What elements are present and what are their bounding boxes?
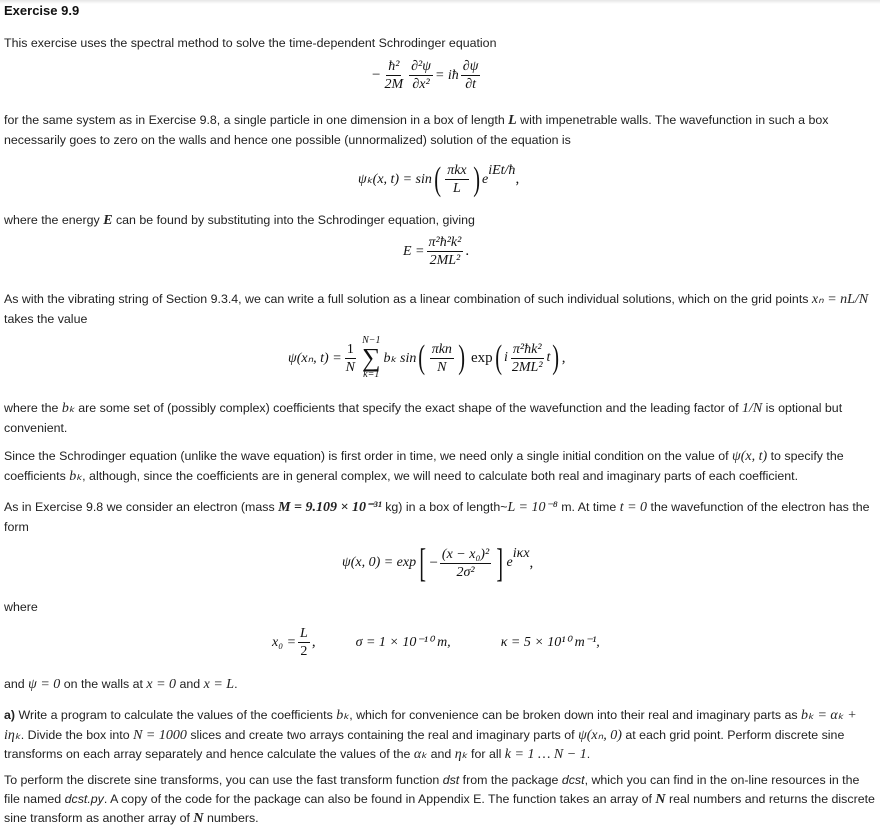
file-name: dcst.py (64, 791, 104, 806)
system-paragraph: for the same system as in Exercise 9.8, … (4, 113, 829, 147)
dst-paragraph: To perform the discrete sine transforms,… (4, 773, 875, 826)
series-equation: ψ(xₙ, t) = 1N N−1 ∑ k=1 bₖ sin ( πkn N ) ex… (288, 335, 566, 380)
parameters-equation: x₀ = L2 , σ = 1 × 10⁻¹⁰ m, κ = 5 × 10¹⁰ … (272, 626, 600, 659)
top-shadow (0, 0, 880, 4)
coefficients-paragraph: where the bₖ are some set of (possibly c… (4, 401, 843, 435)
psik-equation: ψₖ(x, t) = sin ( πkx L ) e iEt/ħ, (358, 160, 520, 198)
energy-paragraph: where the energy E can be found by subst… (4, 213, 475, 228)
schrodinger-equation: − ħ² 2M ∂²ψ ∂x² = iħ ∂ψ ∂t (372, 59, 481, 92)
initial-wavefunction-equation: ψ(x, 0) = exp [ − (x − x₀)² 2σ² ] e iκx, (342, 540, 534, 585)
energy-equation: E = π²ħ²k² 2ML² . (403, 235, 470, 268)
initial-condition-paragraph: Since the Schrodinger equation (unlike t… (4, 449, 844, 484)
part-a-paragraph: a) Write a program to calculate the valu… (4, 708, 857, 762)
linear-combination-paragraph: As with the vibrating string of Section … (4, 292, 869, 326)
where-label: where (4, 600, 38, 614)
electron-paragraph: As in Exercise 9.8 we consider an electr… (4, 500, 870, 534)
dst-function-name: dst (442, 773, 460, 787)
intro-paragraph: This exercise uses the spectral method t… (4, 36, 497, 50)
exercise-title: Exercise 9.9 (4, 3, 80, 18)
boundary-paragraph: and ψ = 0 on the walls at x = 0 and x = … (4, 677, 238, 692)
